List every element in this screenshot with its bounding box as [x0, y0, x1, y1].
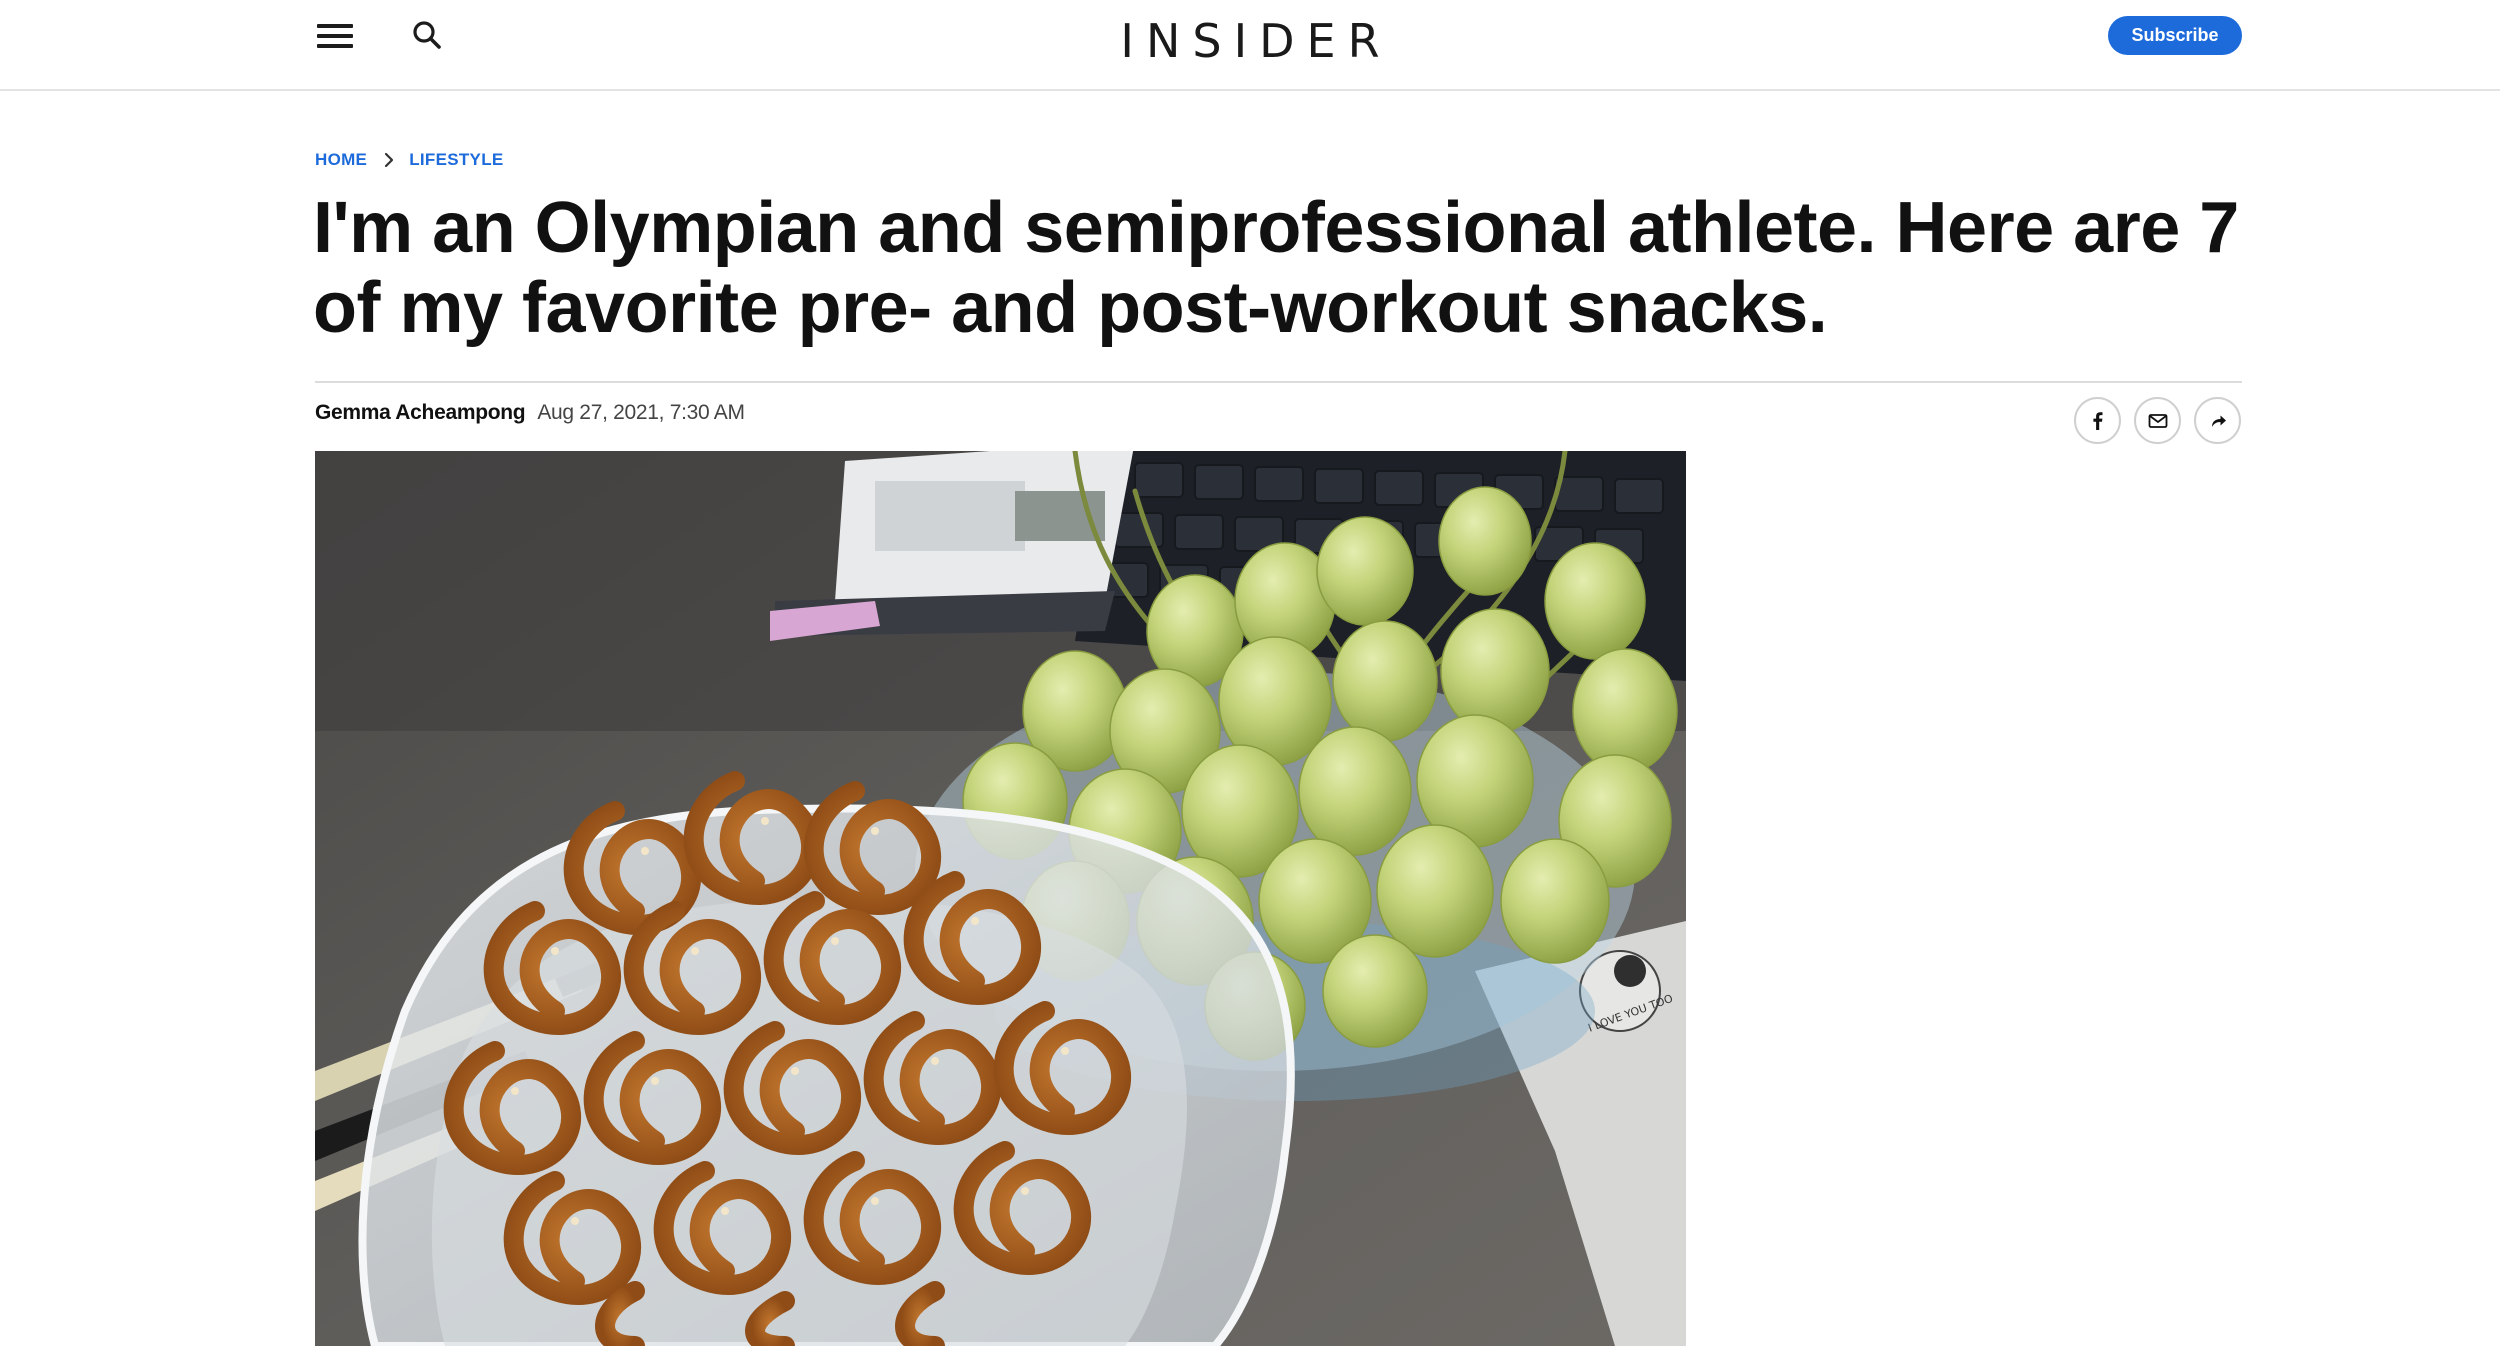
- share-arrow-icon: [2211, 415, 2226, 427]
- more-share-button[interactable]: [2194, 397, 2241, 444]
- email-share-button[interactable]: [2134, 397, 2181, 444]
- pretzels-and-grapes-photo: I LOVE YOU TOO: [315, 451, 1686, 1346]
- subscribe-button[interactable]: Subscribe: [2108, 16, 2242, 55]
- article-title: I'm an Olympian and semiprofessional ath…: [313, 188, 2239, 348]
- chevron-right-icon: [377, 148, 401, 172]
- author-name[interactable]: Gemma Acheampong: [315, 401, 526, 425]
- insider-logo[interactable]: INSIDER: [1100, 10, 1400, 72]
- breadcrumb-home[interactable]: HOME: [315, 150, 367, 170]
- hero-image: I LOVE YOU TOO: [315, 451, 1686, 1346]
- publish-date: Aug 27, 2021, 7:30 AM: [537, 401, 745, 424]
- search-icon[interactable]: [410, 18, 444, 52]
- facebook-share-button[interactable]: [2074, 397, 2121, 444]
- title-divider: [315, 381, 2242, 383]
- facebook-icon: [2092, 411, 2102, 430]
- site-header: INSIDER Subscribe: [0, 0, 2500, 91]
- byline: Gemma Acheampong Aug 27, 2021, 7:30 AM: [315, 398, 745, 428]
- mail-icon: [2148, 413, 2167, 428]
- hamburger-menu-icon[interactable]: [315, 20, 355, 52]
- breadcrumb-lifestyle[interactable]: LIFESTYLE: [409, 150, 503, 170]
- breadcrumb: HOME LIFESTYLE: [315, 148, 504, 172]
